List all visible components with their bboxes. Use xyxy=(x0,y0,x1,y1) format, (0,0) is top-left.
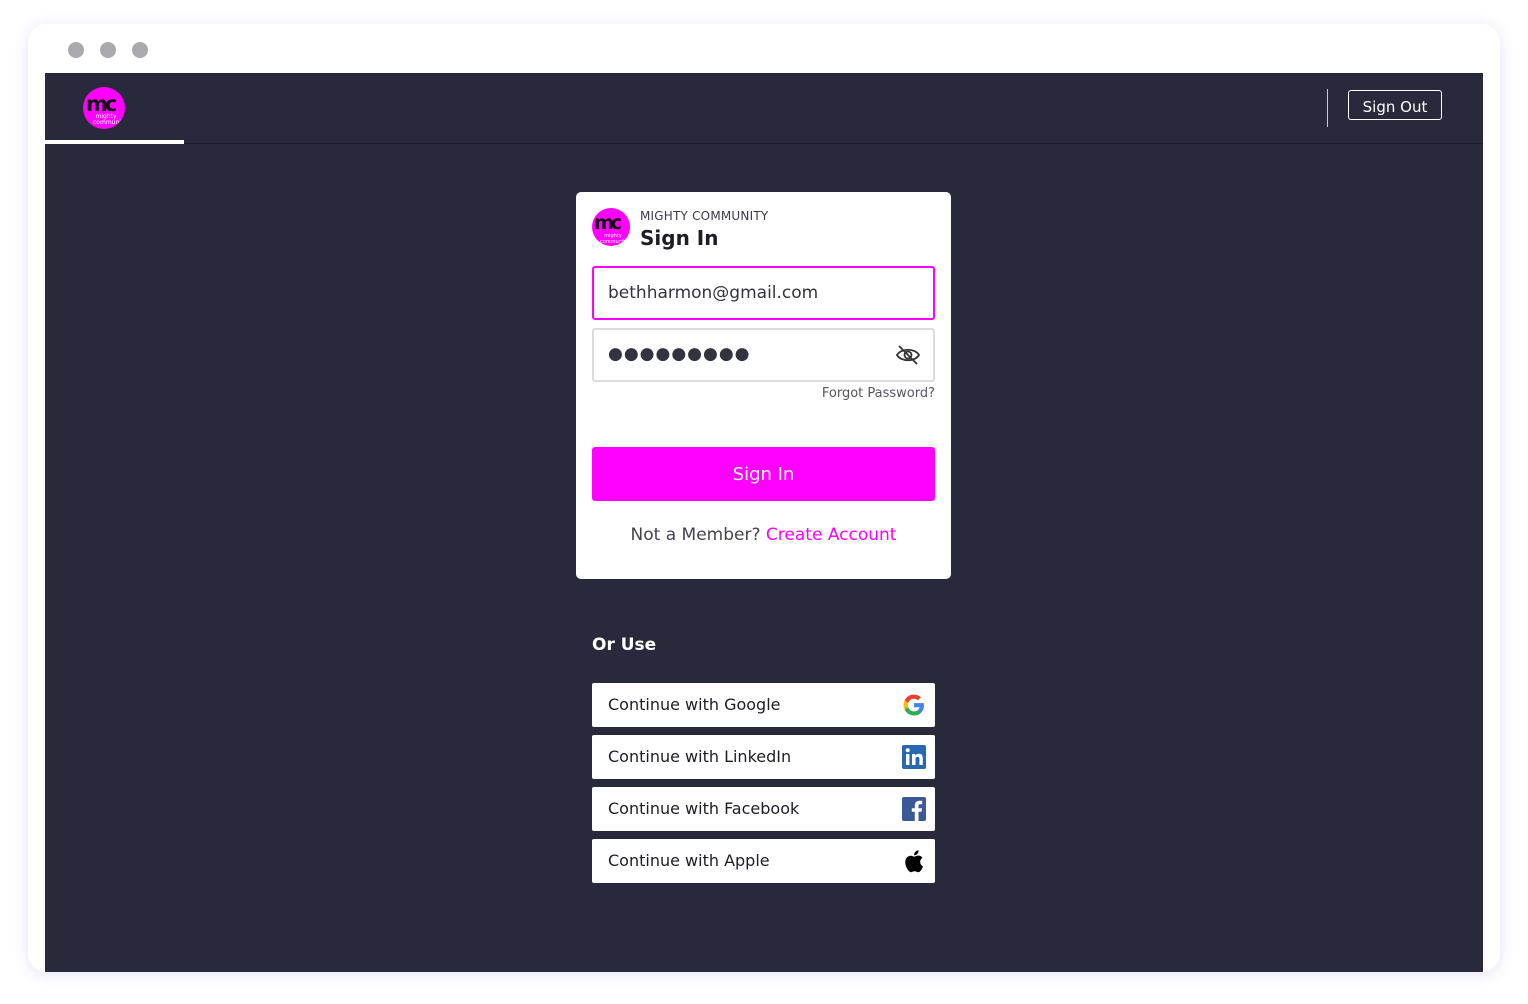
logo-subtext: mighty community xyxy=(93,113,125,126)
window-controls xyxy=(68,42,148,58)
password-value: ●●●●●●●●● xyxy=(608,344,751,364)
linkedin-button-label: Continue with LinkedIn xyxy=(608,747,792,766)
google-icon xyxy=(903,694,924,716)
continue-with-google-button[interactable]: Continue with Google xyxy=(592,683,935,727)
app-container: mc mighty community Sign Out mc mighty c… xyxy=(45,73,1483,972)
card-logo-subtext: mighty community xyxy=(600,233,629,245)
window-maximize-dot[interactable] xyxy=(132,42,148,58)
member-prompt-line: Not a Member? Create Account xyxy=(576,525,951,545)
brand-logo[interactable]: mc mighty community xyxy=(83,87,125,129)
window-close-dot[interactable] xyxy=(68,42,84,58)
linkedin-icon xyxy=(902,745,926,769)
forgot-password-link[interactable]: Forgot Password? xyxy=(822,386,935,401)
brand-name: MIGHTY COMMUNITY xyxy=(640,209,769,223)
apple-button-label: Continue with Apple xyxy=(608,851,770,870)
continue-with-facebook-button[interactable]: Continue with Facebook xyxy=(592,787,935,831)
active-tab-indicator xyxy=(45,140,184,144)
google-button-label: Continue with Google xyxy=(608,695,781,714)
browser-window: mc mighty community Sign Out mc mighty c… xyxy=(28,24,1500,972)
card-brand-logo: mc mighty community xyxy=(592,208,630,246)
apple-icon xyxy=(905,850,923,873)
card-logo-text: mc xyxy=(594,212,622,234)
facebook-icon xyxy=(902,797,926,821)
sign-out-button[interactable]: Sign Out xyxy=(1348,90,1442,120)
card-title: Sign In xyxy=(640,226,719,250)
member-prompt-text: Not a Member? xyxy=(630,525,761,545)
continue-with-apple-button[interactable]: Continue with Apple xyxy=(592,839,935,883)
create-account-link[interactable]: Create Account xyxy=(766,525,897,545)
email-field[interactable] xyxy=(592,266,935,320)
eye-slash-icon[interactable] xyxy=(895,342,921,368)
password-field[interactable]: ●●●●●●●●● xyxy=(592,328,935,382)
header-divider xyxy=(1327,89,1328,127)
continue-with-linkedin-button[interactable]: Continue with LinkedIn xyxy=(592,735,935,779)
sign-in-button[interactable]: Sign In xyxy=(592,447,935,501)
facebook-button-label: Continue with Facebook xyxy=(608,799,800,818)
or-use-heading: Or Use xyxy=(592,635,657,655)
top-navigation-bar: mc mighty community Sign Out xyxy=(45,73,1483,144)
sign-in-card: mc mighty community MIGHTY COMMUNITY Sig… xyxy=(576,192,951,579)
window-minimize-dot[interactable] xyxy=(100,42,116,58)
